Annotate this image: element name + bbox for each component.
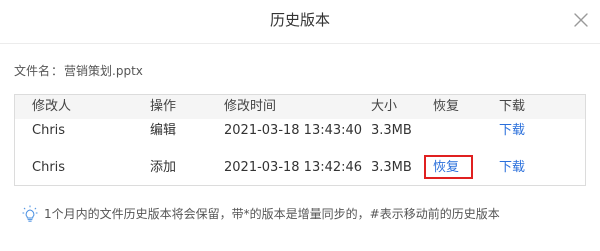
header-restore: 恢复 bbox=[433, 99, 460, 114]
tip-text: 1个月内的文件历史版本将会保留，带*的版本是增量同步的，#表示移动前的历史版本 bbox=[44, 207, 500, 221]
header-download: 下载 bbox=[499, 99, 526, 114]
header-user: 修改人 bbox=[32, 99, 72, 114]
lightbulb-icon bbox=[22, 205, 38, 222]
row-size: 3.3MB bbox=[371, 123, 412, 138]
row-operation: 添加 bbox=[150, 160, 177, 175]
header-size: 大小 bbox=[371, 99, 398, 114]
header-modified-time: 修改时间 bbox=[224, 99, 277, 114]
dialog-title: 历史版本 bbox=[269, 11, 330, 29]
restore-link[interactable]: 恢复 bbox=[433, 159, 459, 177]
file-name-row: 文件名：营销策划.pptx bbox=[14, 62, 143, 80]
close-icon[interactable] bbox=[572, 11, 590, 29]
version-table: 修改人 操作 修改时间 大小 恢复 下载 Chris 编辑 2021-03-18… bbox=[14, 94, 586, 186]
file-name-label: 文件名 bbox=[14, 64, 51, 78]
row-modified-time: 2021-03-18 13:43:40 bbox=[224, 123, 363, 138]
row-modified-time: 2021-03-18 13:42:46 bbox=[224, 160, 363, 175]
row-user: Chris bbox=[32, 123, 66, 138]
download-link[interactable]: 下载 bbox=[499, 159, 525, 177]
table-header: 修改人 操作 修改时间 大小 恢复 下载 bbox=[15, 95, 585, 119]
header-operation: 操作 bbox=[150, 99, 177, 114]
dialog-header: 历史版本 bbox=[0, 0, 600, 44]
file-name-separator: ： bbox=[51, 64, 64, 78]
file-name-value: 营销策划.pptx bbox=[64, 64, 143, 78]
history-version-dialog: 历史版本 文件名：营销策划.pptx 修改人 操作 修改时间 大小 恢复 下载 … bbox=[0, 0, 600, 251]
download-link[interactable]: 下载 bbox=[499, 122, 525, 140]
row-operation: 编辑 bbox=[150, 123, 177, 138]
row-user: Chris bbox=[32, 160, 66, 175]
row-size: 3.3MB bbox=[371, 160, 412, 175]
